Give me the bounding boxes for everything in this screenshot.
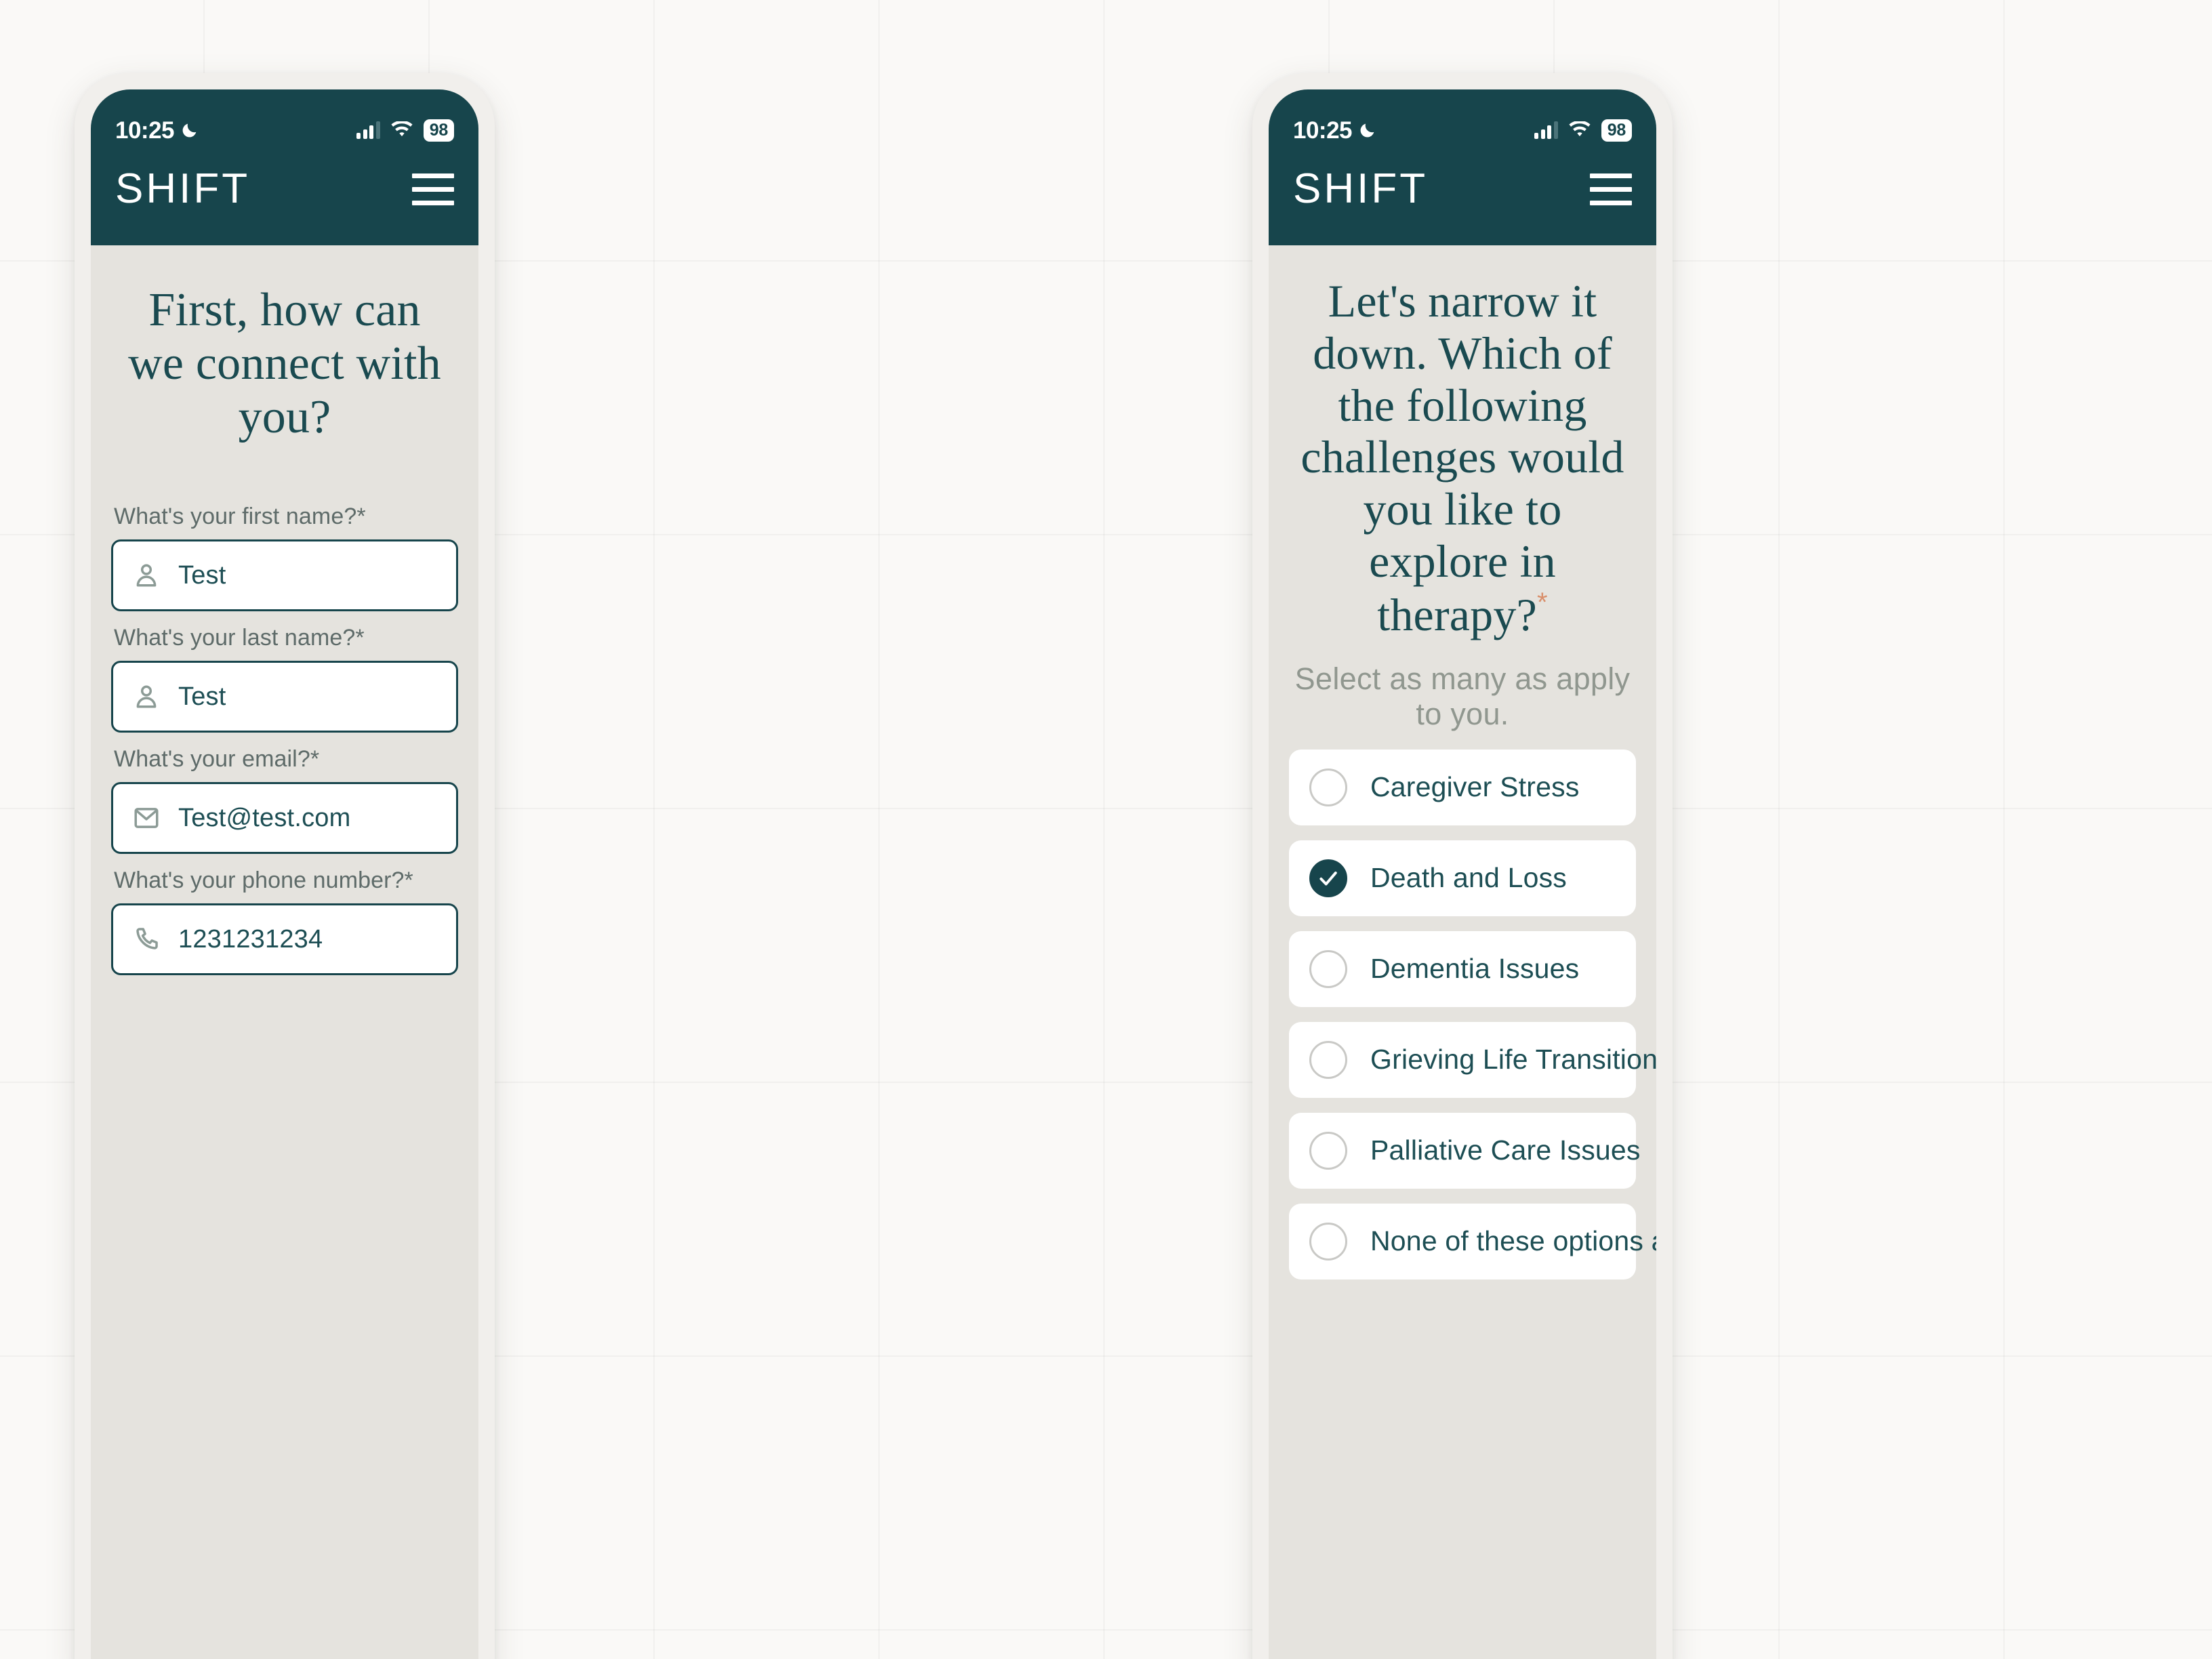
shift-logo[interactable]: SHIFT xyxy=(115,168,250,210)
option-death-and-loss[interactable]: Death and Loss xyxy=(1289,840,1636,916)
brand-bar-right: SHIFT xyxy=(1289,148,1636,245)
required-asterisk-icon: * xyxy=(1536,587,1548,617)
option-label: Dementia Issues xyxy=(1370,953,1580,985)
field-phone: What's your phone number?* 1231231234 xyxy=(111,867,458,976)
field-label: What's your email?* xyxy=(114,746,320,773)
checkmark-icon xyxy=(1319,871,1337,886)
envelope-icon xyxy=(134,808,159,829)
checkbox-circle-icon[interactable] xyxy=(1309,859,1347,897)
last-name-input[interactable]: Test xyxy=(111,661,458,733)
field-label: What's your last name?* xyxy=(114,625,365,651)
status-bar-right: 10:25 98 xyxy=(1289,112,1636,148)
phone-icon xyxy=(136,928,158,949)
input-value: Test xyxy=(178,560,226,590)
option-label: Palliative Care Issues xyxy=(1370,1134,1641,1166)
hamburger-menu-icon[interactable] xyxy=(1590,173,1632,205)
crescent-moon-icon xyxy=(182,123,197,138)
field-first-name: What's your first name?* Test xyxy=(111,504,458,612)
input-value: Test@test.com xyxy=(178,803,351,832)
content-right: Let's narrow it down. Which of the follo… xyxy=(1269,245,1656,1659)
field-email: What's your email?* Test@test.com xyxy=(111,746,458,855)
input-value: 1231231234 xyxy=(178,924,323,954)
input-value: Test xyxy=(178,682,226,711)
brand-bar-left: SHIFT xyxy=(111,148,458,245)
page-title-right: Let's narrow it down. Which of the follo… xyxy=(1289,245,1636,641)
phone-input[interactable]: 1231231234 xyxy=(111,903,458,976)
status-bar-left: 10:25 98 xyxy=(111,112,458,148)
phone-mockup-left: 10:25 98 SHIFT First, how can we connect… xyxy=(75,73,495,1659)
app-header-left: 10:25 98 SHIFT xyxy=(91,89,478,245)
status-bar-right-group: 98 xyxy=(1534,119,1632,142)
battery-badge: 98 xyxy=(423,119,454,142)
challenges-options-list: Caregiver Stress Death and Loss Dementia… xyxy=(1289,749,1656,1279)
checkbox-circle-icon[interactable] xyxy=(1309,1131,1347,1170)
person-icon xyxy=(136,685,157,708)
checkbox-circle-icon[interactable] xyxy=(1309,1222,1347,1261)
option-none-of-these-apply[interactable]: None of these options apply xyxy=(1289,1203,1656,1279)
field-label: What's your phone number?* xyxy=(114,867,413,894)
shift-logo[interactable]: SHIFT xyxy=(1293,168,1428,210)
phone-screen-left: 10:25 98 SHIFT First, how can we connect… xyxy=(91,89,478,1659)
option-label: None of these options apply xyxy=(1370,1225,1656,1257)
page-subtitle: Select as many as apply to you. xyxy=(1294,661,1631,731)
status-bar-right-group: 98 xyxy=(356,119,454,142)
option-caregiver-stress[interactable]: Caregiver Stress xyxy=(1289,749,1636,825)
content-left: First, how can we connect with you? What… xyxy=(91,245,478,1659)
checkbox-circle-icon[interactable] xyxy=(1309,949,1347,988)
person-icon xyxy=(136,564,157,587)
phone-mockup-right: 10:25 98 SHIFT Let's narrow it down. Whi… xyxy=(1252,73,1673,1659)
field-label: What's your first name?* xyxy=(114,504,366,530)
email-input[interactable]: Test@test.com xyxy=(111,782,458,855)
crescent-moon-icon xyxy=(1360,123,1374,138)
status-time: 10:25 xyxy=(1293,117,1353,144)
option-dementia-issues[interactable]: Dementia Issues xyxy=(1289,930,1636,1007)
wifi-icon xyxy=(391,121,413,137)
screenshot-stage: 10:25 98 SHIFT First, how can we connect… xyxy=(0,0,2212,1659)
first-name-input[interactable]: Test xyxy=(111,539,458,612)
option-label: Caregiver Stress xyxy=(1370,771,1580,803)
option-label: Death and Loss xyxy=(1370,862,1568,894)
option-grieving-life-transitions[interactable]: Grieving Life Transitions xyxy=(1289,1021,1656,1098)
battery-badge: 98 xyxy=(1601,119,1632,142)
checkbox-circle-icon[interactable] xyxy=(1309,1040,1347,1079)
status-bar-left-group: 10:25 xyxy=(115,119,199,142)
cellular-signal-icon xyxy=(356,121,380,139)
status-bar-left-group: 10:25 xyxy=(1293,119,1377,142)
page-title-text: Let's narrow it down. Which of the follo… xyxy=(1300,275,1624,640)
hamburger-menu-icon[interactable] xyxy=(412,173,454,205)
page-title-left: First, how can we connect with you? xyxy=(128,284,441,444)
status-time: 10:25 xyxy=(115,117,175,144)
contact-form: What's your first name?* Test What's you… xyxy=(111,444,458,976)
option-palliative-care-issues[interactable]: Palliative Care Issues xyxy=(1289,1112,1640,1189)
cellular-signal-icon xyxy=(1534,121,1558,139)
phone-screen-right: 10:25 98 SHIFT Let's narrow it down. Whi… xyxy=(1269,89,1656,1659)
option-label: Grieving Life Transitions xyxy=(1370,1044,1656,1076)
wifi-icon xyxy=(1569,121,1591,137)
checkbox-circle-icon[interactable] xyxy=(1309,768,1347,806)
field-last-name: What's your last name?* Test xyxy=(111,625,458,733)
app-header-right: 10:25 98 SHIFT xyxy=(1269,89,1656,245)
